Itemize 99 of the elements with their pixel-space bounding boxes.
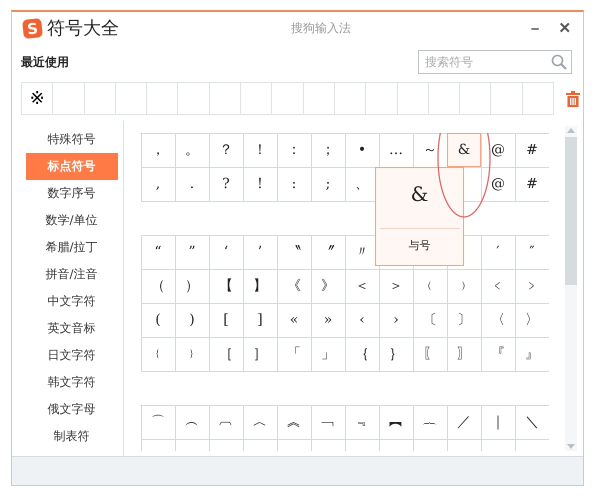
symbol-cell[interactable]: • [345, 133, 379, 167]
symbol-cell[interactable]: ﹜ [175, 337, 209, 371]
symbol-cell[interactable]: 〃 [345, 235, 379, 269]
category-tab[interactable]: 拼音/注音 [26, 261, 118, 288]
symbol-cell[interactable]: 〞 [311, 235, 345, 269]
category-tab[interactable]: 中文字符 [26, 288, 118, 315]
close-button[interactable]: ✕ [553, 16, 577, 40]
symbol-cell[interactable]: @ [481, 133, 515, 167]
symbol-cell[interactable]: … [379, 133, 413, 167]
symbol-cell[interactable]: ’ [243, 235, 277, 269]
symbol-cell[interactable]: ； [311, 133, 345, 167]
category-tab[interactable]: 日文字符 [26, 342, 118, 369]
symbol-cell[interactable]: ” [175, 235, 209, 269]
symbol-cell[interactable]: 【 [209, 269, 243, 303]
symbol-cell[interactable]: “ [141, 235, 175, 269]
symbol-cell[interactable]: 。 [175, 133, 209, 167]
symbol-name: 与号 [380, 228, 460, 253]
category-tab[interactable]: 希腊/拉丁 [26, 234, 118, 261]
symbol-cell[interactable]: ！ [243, 133, 277, 167]
symbol-cell[interactable]: ＼ [515, 405, 549, 439]
symbol-cell[interactable]: ﹚ [447, 269, 481, 303]
symbol-cell[interactable]: ） [175, 269, 209, 303]
category-tab[interactable]: 数学/单位 [26, 207, 118, 234]
symbol-cell[interactable]: 》 [311, 269, 345, 303]
symbol-cell[interactable]: 」 [311, 337, 345, 371]
symbol-cell[interactable]: ; [311, 167, 345, 201]
symbol-cell[interactable]: ︿ [243, 405, 277, 439]
symbol-cell[interactable]: ， [141, 133, 175, 167]
symbol-cell[interactable]: 《 [277, 269, 311, 303]
symbol-cell[interactable]: 、 [345, 167, 379, 201]
symbol-cell[interactable]: ] [243, 303, 277, 337]
symbol-cell[interactable]: & [447, 133, 481, 167]
category-tab[interactable]: 制表符 [26, 423, 118, 450]
symbol-cell[interactable]: ︻ [379, 405, 413, 439]
symbol-cell[interactable]: ﹃ [345, 405, 379, 439]
symbol-cell[interactable]: # [515, 133, 549, 167]
symbol-cell[interactable]: , [141, 167, 175, 201]
app-logo: S [22, 18, 43, 38]
symbol-cell[interactable]: ﹤ [481, 269, 515, 303]
symbol-cell[interactable]: ］ [243, 337, 277, 371]
symbol-cell[interactable]: ⌒ [141, 405, 175, 439]
category-tab[interactable]: 特殊符号 [26, 126, 118, 153]
category-tab[interactable]: 俄文字母 [26, 396, 118, 423]
symbol-cell[interactable]: ? [209, 167, 243, 201]
symbol-cell[interactable]: ) [175, 303, 209, 337]
symbol-cell[interactable]: ″ [515, 235, 549, 269]
symbol-cell[interactable]: ｛ [345, 337, 379, 371]
symbol-cell[interactable]: [ [209, 303, 243, 337]
symbol-cell[interactable]: 〔 [413, 303, 447, 337]
symbol-cell[interactable]: ： [277, 133, 311, 167]
symbol-cell[interactable]: ! [243, 167, 277, 201]
symbol-cell[interactable]: ︷ [413, 405, 447, 439]
symbol-cell[interactable]: » [311, 303, 345, 337]
symbol-cell[interactable]: ［ [209, 337, 243, 371]
symbol-cell[interactable]: ／ [447, 405, 481, 439]
symbol-cell[interactable]: ︽ [277, 405, 311, 439]
symbol-cell[interactable]: @ [481, 167, 515, 201]
symbol-cell[interactable]: # [515, 167, 549, 201]
symbol-cell[interactable]: ＞ [379, 269, 413, 303]
category-tab[interactable]: 韩文字符 [26, 369, 118, 396]
symbol-cell[interactable]: ′ [481, 235, 515, 269]
category-tab[interactable]: 英文音标 [26, 315, 118, 342]
symbol-cell[interactable]: 『 [481, 337, 515, 371]
symbol-cell[interactable]: ﹛ [141, 337, 175, 371]
symbol-cell[interactable]: ～ [413, 133, 447, 167]
symbol-cell[interactable]: ( [141, 303, 175, 337]
symbol-cell[interactable]: ｝ [379, 337, 413, 371]
symbol-cell[interactable]: 〈 [481, 303, 515, 337]
preview-symbol: & [410, 182, 428, 208]
symbol-cell[interactable]: . [175, 167, 209, 201]
symbol-cell[interactable]: 〗 [447, 337, 481, 371]
category-tab[interactable]: 数字序号 [26, 180, 118, 207]
symbol-cell[interactable]: 〕 [447, 303, 481, 337]
symbol-cell[interactable]: ︹ [209, 405, 243, 439]
window-title: 符号大全 [47, 17, 120, 40]
symbol-cell[interactable]: 』 [515, 337, 549, 371]
symbol-cell[interactable]: ﹙ [413, 269, 447, 303]
symbol-cell[interactable]: ？ [209, 133, 243, 167]
symbol-cell[interactable]: › [379, 303, 413, 337]
symbol-cell[interactable]: ︵ [175, 405, 209, 439]
symbol-cell[interactable]: ﹥ [515, 269, 549, 303]
symbol-cell[interactable]: : [277, 167, 311, 201]
symbol-cell[interactable]: 〝 [277, 235, 311, 269]
symbol-cell[interactable]: 〖 [413, 337, 447, 371]
symbol-cell[interactable]: 〉 [515, 303, 549, 337]
symbol-cell[interactable]: ※ [22, 83, 52, 114]
symbol-cell[interactable]: ‹ [345, 303, 379, 337]
app-name: 搜狗输入法 [291, 20, 352, 36]
symbol-cell[interactable]: ﹁ [311, 405, 345, 439]
symbol-cell[interactable]: 「 [277, 337, 311, 371]
symbol-cell[interactable]: （ [141, 269, 175, 303]
symbol-cell[interactable]: ｜ [481, 405, 515, 439]
symbol-cell[interactable]: « [277, 303, 311, 337]
section-heading: 最近使用 [21, 54, 69, 70]
minimize-button[interactable]: – [523, 16, 547, 40]
symbol-cell[interactable]: ＜ [345, 269, 379, 303]
search-field[interactable]: 搜索符号 [418, 50, 572, 74]
symbol-cell[interactable]: 】 [243, 269, 277, 303]
symbol-cell[interactable]: ‘ [209, 235, 243, 269]
